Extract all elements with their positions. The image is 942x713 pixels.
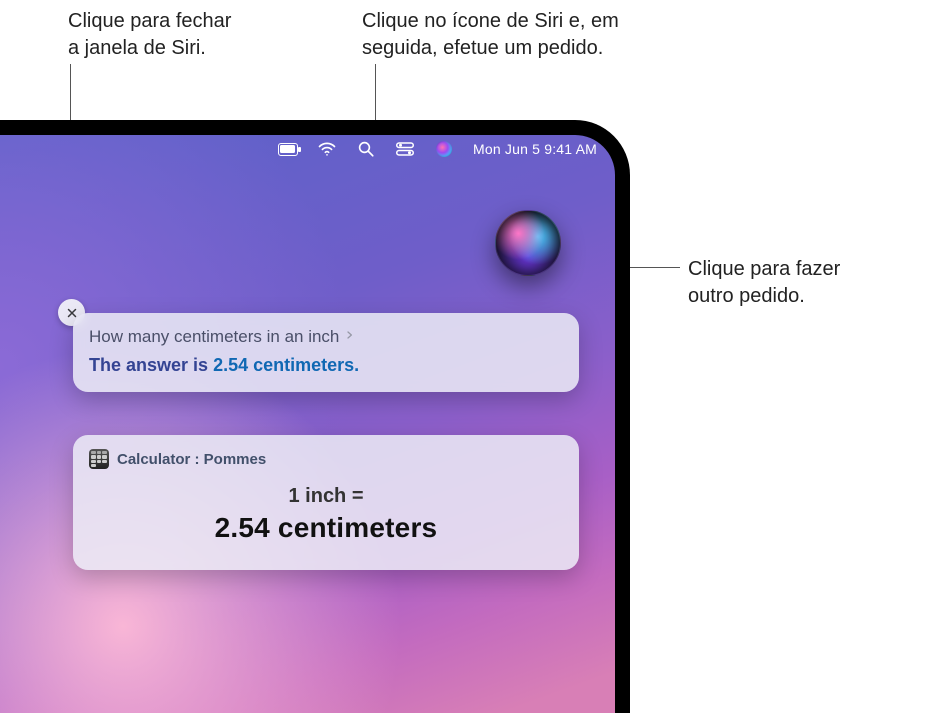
device-frame: Mon Jun 5 9:41 AM How many centimeters i…	[0, 120, 630, 713]
callout-close-siri: Clique para fechar a janela de Siri.	[68, 8, 231, 62]
callout-close-siri-text: Clique para fechar a janela de Siri.	[68, 10, 231, 59]
callout-menu-siri: Clique no ícone de Siri e, em seguida, e…	[362, 8, 619, 62]
calculator-header-text: Calculator : Pommes	[117, 451, 266, 468]
callout-siri-orb-text: Clique para fazer outro pedido.	[688, 258, 840, 307]
search-icon[interactable]	[356, 139, 376, 159]
desktop: Mon Jun 5 9:41 AM How many centimeters i…	[0, 135, 615, 713]
calculator-question: 1 inch =	[89, 485, 563, 508]
siri-answer-text: The answer is 2.54 centimeters.	[89, 355, 563, 376]
siri-answer-panel: How many centimeters in an inch The answ…	[73, 313, 579, 392]
answer-value: 2.54	[213, 355, 248, 375]
chevron-right-icon	[345, 327, 354, 347]
callout-menu-siri-text: Clique no ícone de Siri e, em seguida, e…	[362, 10, 619, 59]
answer-lead: The answer is	[89, 355, 213, 375]
calculator-answer: 2.54 centimeters	[89, 512, 563, 544]
answer-unit: centimeters.	[248, 355, 359, 375]
close-icon	[66, 307, 78, 319]
siri-menu-icon[interactable]	[434, 139, 454, 159]
calculator-panel: Calculator : Pommes 1 inch = 2.54 centim…	[73, 435, 579, 570]
siri-orb-button[interactable]	[495, 210, 561, 276]
calculator-header: Calculator : Pommes	[89, 449, 563, 469]
siri-query-row[interactable]: How many centimeters in an inch	[89, 327, 563, 347]
siri-query-text: How many centimeters in an inch	[89, 327, 339, 347]
callout-siri-orb: Clique para fazer outro pedido.	[688, 256, 840, 310]
calculator-app-icon	[89, 449, 109, 469]
battery-icon[interactable]	[278, 139, 298, 159]
menu-bar-datetime[interactable]: Mon Jun 5 9:41 AM	[473, 141, 597, 157]
control-center-icon[interactable]	[395, 139, 415, 159]
menu-bar: Mon Jun 5 9:41 AM	[0, 135, 615, 163]
wifi-icon[interactable]	[317, 139, 337, 159]
